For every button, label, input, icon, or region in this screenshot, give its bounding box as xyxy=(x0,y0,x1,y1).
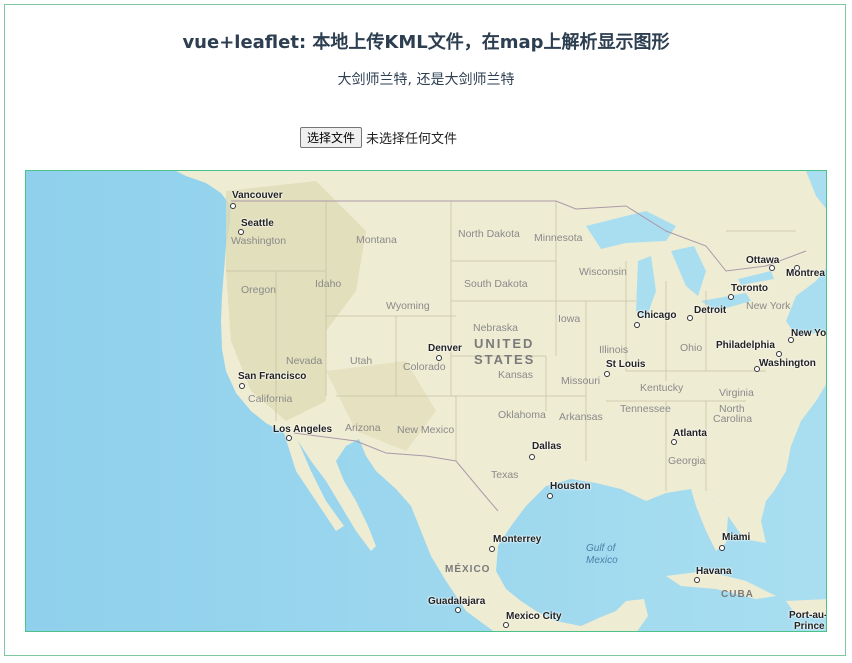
city-marker xyxy=(239,383,245,389)
city-marker xyxy=(286,435,292,441)
state-label: Kansas xyxy=(498,369,534,381)
state-label: California xyxy=(248,393,293,405)
city-label: Havana xyxy=(696,566,732,577)
city-label: Miami xyxy=(722,532,751,543)
city-marker xyxy=(604,371,610,377)
city-label: Dallas xyxy=(532,441,562,452)
state-label: Arizona xyxy=(345,422,381,434)
country-label-cuba: CUBA xyxy=(721,589,754,600)
state-label: Oregon xyxy=(241,284,277,296)
state-label: Iowa xyxy=(558,313,581,325)
city-marker xyxy=(455,607,461,613)
city-marker xyxy=(776,351,782,357)
state-label: Wyoming xyxy=(386,300,430,312)
state-label: Oklahoma xyxy=(498,409,546,421)
state-label: Georgia xyxy=(668,455,706,467)
city-label: New Yo xyxy=(791,328,827,339)
city-label: Chicago xyxy=(637,310,677,321)
state-label: Arkansas xyxy=(559,411,603,423)
city-label: San Francisco xyxy=(238,371,307,382)
city-marker xyxy=(529,454,535,460)
state-label: Minnesota xyxy=(534,232,583,244)
page-subtitle: 大剑师兰特, 还是大剑师兰特 xyxy=(337,72,515,88)
city-label: Toronto xyxy=(731,283,769,294)
city-marker xyxy=(719,545,725,551)
city-marker xyxy=(503,622,509,628)
state-label: Montana xyxy=(356,234,397,246)
city-marker xyxy=(694,577,700,583)
city-marker xyxy=(671,439,677,445)
state-label: Washington xyxy=(231,235,287,247)
state-label: North Dakota xyxy=(458,228,520,240)
country-label-usa: STATES xyxy=(474,352,536,367)
state-label: Ohio xyxy=(680,342,703,354)
page-title: vue+leaflet: 本地上传KML文件，在map上解析显示图形 xyxy=(182,32,670,53)
map-base-layer xyxy=(26,171,826,631)
state-label: Texas xyxy=(491,469,519,481)
water-label-gulf: Gulf of xyxy=(586,543,616,554)
map-container[interactable]: Vancouver Seattle Ottawa Montrea Toronto… xyxy=(25,170,827,632)
city-label: Seattle xyxy=(241,218,274,229)
city-label: Philadelphia xyxy=(716,340,775,351)
water-label-gulf: Mexico xyxy=(586,555,618,566)
city-label: Atlanta xyxy=(673,428,707,439)
country-label-usa: UNITED xyxy=(474,336,535,351)
city-label: Washington xyxy=(759,358,816,369)
city-label: St Louis xyxy=(606,359,646,370)
city-marker xyxy=(687,315,693,321)
state-label: Idaho xyxy=(315,278,342,290)
country-label-mexico: MÉXICO xyxy=(445,564,491,575)
city-label: Montrea xyxy=(786,268,825,279)
state-label: Nebraska xyxy=(473,322,518,334)
city-label: Vancouver xyxy=(232,190,283,201)
state-label: Carolina xyxy=(713,413,753,425)
city-label: New York xyxy=(746,300,791,312)
city-marker xyxy=(728,294,734,300)
state-label: Virginia xyxy=(719,387,754,399)
city-marker xyxy=(547,493,553,499)
state-label: Kentucky xyxy=(640,382,684,394)
file-input[interactable]: 选择文件 未选择任何文件 xyxy=(300,127,457,148)
city-label: Denver xyxy=(428,343,462,354)
city-label: Los Angeles xyxy=(273,424,333,435)
state-label: New Mexico xyxy=(397,424,455,436)
state-label: South Dakota xyxy=(464,278,528,290)
city-label: Monterrey xyxy=(493,534,542,545)
city-marker xyxy=(489,546,495,552)
file-status-text: 未选择任何文件 xyxy=(366,132,458,147)
state-label: Illinois xyxy=(599,344,629,356)
city-marker xyxy=(634,322,640,328)
city-label: Mexico City xyxy=(506,611,562,622)
city-label: Houston xyxy=(550,481,591,492)
city-label: Guadalajara xyxy=(428,596,486,607)
city-label: Prince xyxy=(794,621,825,632)
state-label: Nevada xyxy=(286,355,323,367)
choose-file-button[interactable]: 选择文件 xyxy=(300,127,363,148)
state-label: Wisconsin xyxy=(579,266,627,278)
city-marker xyxy=(230,203,236,209)
state-label: Colorado xyxy=(403,361,446,373)
city-label: Port-au- xyxy=(789,610,827,621)
city-label: Ottawa xyxy=(746,255,780,266)
state-label: Tennessee xyxy=(620,403,671,415)
city-label: Detroit xyxy=(694,305,727,316)
state-label: Utah xyxy=(350,355,373,367)
state-label: Missouri xyxy=(561,375,601,387)
